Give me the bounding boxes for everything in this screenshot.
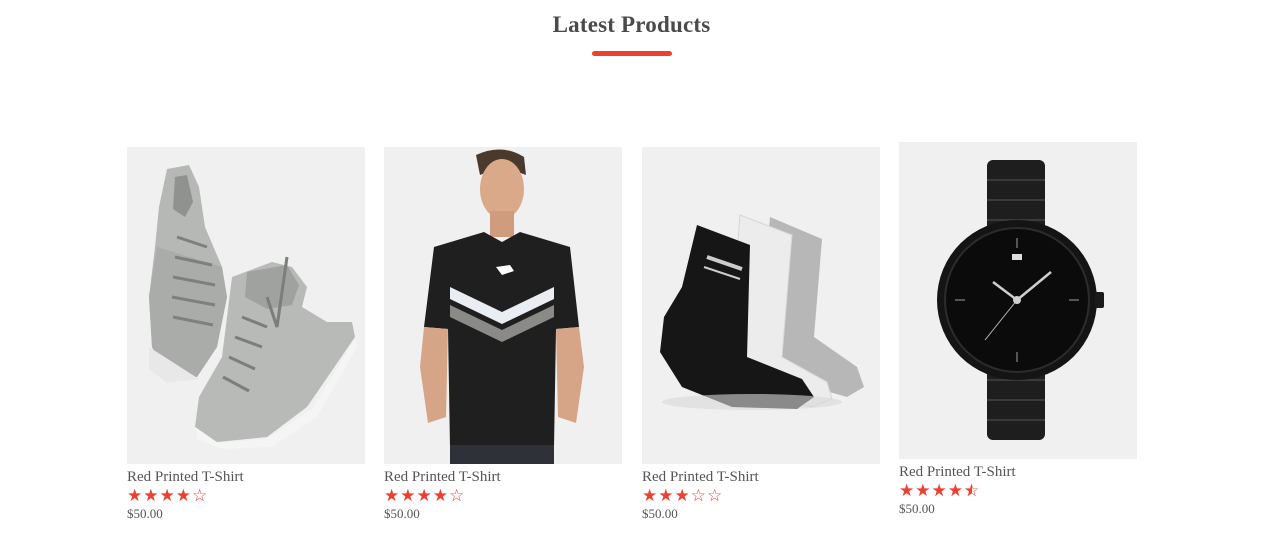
- star-filled-icon: ★: [384, 486, 401, 506]
- star-filled-icon: ★: [127, 486, 144, 506]
- star-empty-icon: ☆: [449, 486, 466, 506]
- product-name[interactable]: Red Printed T-Shirt: [642, 468, 880, 486]
- product-image-socks[interactable]: [642, 147, 880, 464]
- tshirt-model-image: [420, 149, 584, 464]
- star-filled-icon: ★: [915, 481, 932, 501]
- product-name[interactable]: Red Printed T-Shirt: [899, 463, 1137, 481]
- product-image-watch[interactable]: [899, 142, 1137, 459]
- star-filled-icon: ★: [947, 481, 964, 501]
- star-filled-icon: ★: [143, 486, 160, 506]
- star-filled-icon: ★: [416, 486, 433, 506]
- product-card[interactable]: Red Printed T-Shirt ★★★★☆ $50.00: [127, 147, 365, 523]
- product-price: $50.00: [384, 506, 420, 521]
- socks-image: [660, 214, 864, 410]
- rating-stars: ★★★★★☆: [899, 482, 1137, 500]
- product-price: $50.00: [899, 501, 935, 516]
- sneakers-image: [149, 165, 357, 449]
- star-filled-icon: ★: [432, 486, 449, 506]
- title-underline: [592, 51, 672, 56]
- rating-stars: ★★★★☆: [384, 487, 622, 505]
- star-filled-icon: ★: [642, 486, 659, 506]
- star-filled-icon: ★: [931, 481, 948, 501]
- star-empty-icon: ☆: [192, 486, 209, 506]
- star-empty-icon: ☆: [707, 486, 724, 506]
- star-filled-icon: ★: [175, 486, 192, 506]
- product-price: $50.00: [127, 506, 163, 521]
- product-card[interactable]: Red Printed T-Shirt ★★★☆☆ $50.00: [642, 147, 880, 523]
- rating-stars: ★★★☆☆: [642, 487, 880, 505]
- rating-stars: ★★★★☆: [127, 487, 365, 505]
- product-name[interactable]: Red Printed T-Shirt: [384, 468, 622, 486]
- product-image-sneakers[interactable]: [127, 147, 365, 464]
- product-price: $50.00: [642, 506, 678, 521]
- star-empty-icon: ☆: [690, 486, 707, 506]
- product-card[interactable]: Red Printed T-Shirt ★★★★☆ $50.00: [384, 147, 622, 523]
- star-filled-icon: ★: [658, 486, 675, 506]
- star-half-icon: ★☆: [964, 481, 981, 501]
- product-card[interactable]: Red Printed T-Shirt ★★★★★☆ $50.00: [899, 142, 1137, 518]
- product-name[interactable]: Red Printed T-Shirt: [127, 468, 365, 486]
- product-image-tshirt[interactable]: [384, 147, 622, 464]
- section-title: Latest Products: [552, 12, 711, 37]
- watch-image: [937, 160, 1104, 440]
- star-filled-icon: ★: [674, 486, 691, 506]
- star-filled-icon: ★: [899, 481, 916, 501]
- star-filled-icon: ★: [159, 486, 176, 506]
- star-filled-icon: ★: [400, 486, 417, 506]
